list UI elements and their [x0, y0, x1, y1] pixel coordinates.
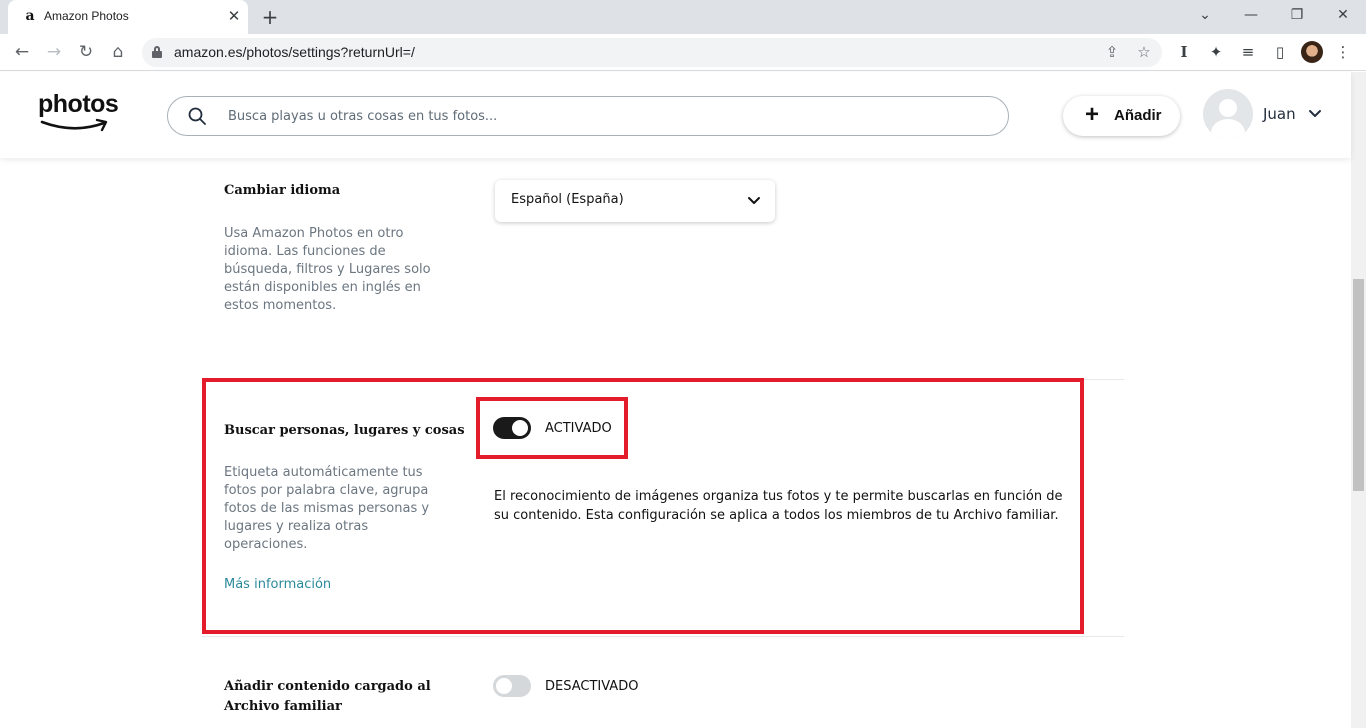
- close-tab-icon[interactable]: ✕: [224, 6, 244, 26]
- plus-icon: +: [1085, 101, 1100, 128]
- amazon-photos-logo[interactable]: photos: [38, 90, 119, 136]
- bookmark-star-icon[interactable]: ☆: [1134, 42, 1154, 62]
- tab-search-chevron-icon[interactable]: ⌄: [1190, 4, 1220, 26]
- app-header: photos + Añadir Juan: [0, 72, 1351, 158]
- language-select[interactable]: Español (España): [495, 180, 775, 222]
- minimize-button[interactable]: —: [1236, 4, 1266, 26]
- close-window-button[interactable]: ✕: [1328, 4, 1358, 26]
- user-avatar[interactable]: [1203, 89, 1253, 139]
- restore-button[interactable]: ❐: [1282, 4, 1312, 26]
- logo-text: photos: [38, 90, 119, 118]
- extension-i-icon[interactable]: I: [1173, 41, 1195, 63]
- page-scrollbar[interactable]: [1351, 72, 1366, 728]
- highlight-section-box: [202, 378, 1084, 634]
- browser-profile-avatar[interactable]: [1301, 41, 1323, 63]
- section-divider: [202, 636, 1124, 637]
- back-arrow-icon[interactable]: ←: [10, 40, 34, 64]
- search-input[interactable]: [228, 105, 988, 127]
- home-icon[interactable]: ⌂: [106, 40, 130, 64]
- family-vault-toggle[interactable]: [493, 675, 531, 697]
- user-name[interactable]: Juan: [1263, 105, 1296, 123]
- extensions-puzzle-icon[interactable]: ✦: [1205, 41, 1227, 63]
- browser-toolbar: ← → ↻ ⌂ amazon.es/photos/settings?return…: [0, 34, 1366, 71]
- chevron-down-icon[interactable]: [747, 194, 761, 208]
- lock-icon[interactable]: [152, 46, 162, 58]
- search-bar[interactable]: [167, 96, 1009, 136]
- chevron-down-icon[interactable]: [1308, 107, 1322, 121]
- reload-icon[interactable]: ↻: [74, 40, 98, 64]
- amazon-smile-icon: [40, 118, 108, 132]
- highlight-toggle-box: [476, 397, 628, 459]
- tab-title: Amazon Photos: [44, 9, 129, 23]
- search-icon[interactable]: [188, 107, 206, 125]
- language-description: Usa Amazon Photos en otro idioma. Las fu…: [224, 226, 431, 313]
- scrollbar-thumb[interactable]: [1353, 279, 1364, 491]
- settings-content: Cambiar idioma Usa Amazon Photos en otro…: [0, 158, 1351, 728]
- language-selected-value[interactable]: Español (España): [511, 192, 624, 207]
- new-tab-button[interactable]: +: [258, 5, 282, 29]
- add-button-label: Añadir: [1114, 107, 1162, 124]
- forward-arrow-icon[interactable]: →: [42, 40, 66, 64]
- side-panel-icon[interactable]: ▯: [1269, 41, 1291, 63]
- url-text[interactable]: amazon.es/photos/settings?returnUrl=/: [174, 44, 415, 60]
- user-menu[interactable]: Juan: [1203, 89, 1328, 141]
- browser-tab[interactable]: a Amazon Photos ✕: [8, 0, 248, 34]
- more-menu-icon[interactable]: ⋮: [1332, 41, 1354, 63]
- share-icon[interactable]: ⇪: [1102, 42, 1122, 62]
- browser-tabstrip: a Amazon Photos ✕ + ⌄ — ❐ ✕: [0, 0, 1366, 34]
- media-control-icon[interactable]: ≡: [1237, 41, 1259, 63]
- family-vault-title: Añadir contenido cargado al Archivo fami…: [224, 679, 431, 714]
- amazon-favicon-icon: a: [25, 8, 35, 24]
- language-title: Cambiar idioma: [224, 183, 341, 198]
- family-vault-toggle-label: DESACTIVADO: [545, 679, 639, 694]
- address-bar[interactable]: amazon.es/photos/settings?returnUrl=/ ⇪ …: [142, 38, 1162, 67]
- add-button[interactable]: + Añadir: [1063, 96, 1180, 136]
